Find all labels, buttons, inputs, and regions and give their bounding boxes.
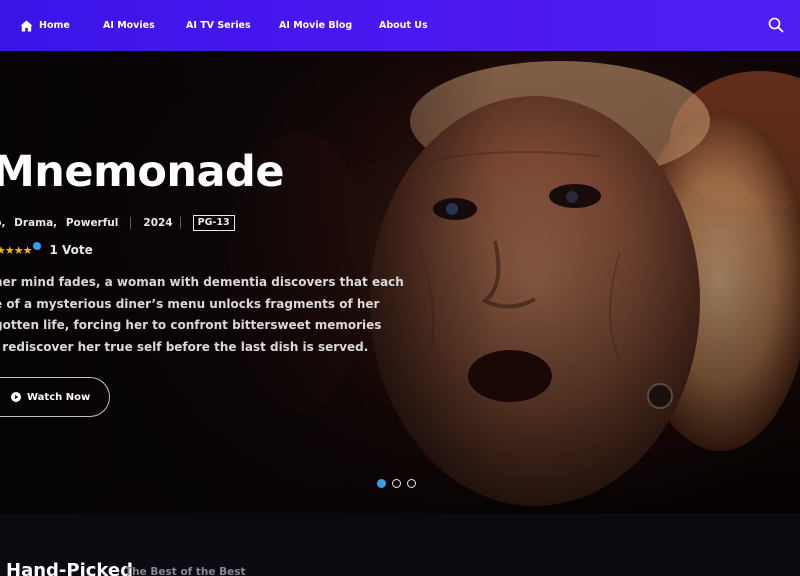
vote-count: 1 Vote bbox=[49, 243, 93, 257]
hand-picked-section: Hand-Picked The Best of the Best bbox=[0, 513, 800, 576]
genre-tag[interactable]: Drama, bbox=[14, 217, 57, 229]
nav-item-label: About Us bbox=[379, 20, 428, 31]
nav-item-label: Home bbox=[39, 20, 70, 31]
nav-item-label: AI Movie Blog bbox=[279, 20, 353, 31]
watch-now-button[interactable]: Watch Now bbox=[0, 377, 110, 417]
section-title: Hand-Picked bbox=[6, 560, 133, 576]
nav-item-ai-movie-blog[interactable]: AI Movie Blog bbox=[279, 0, 352, 51]
synopsis-line: l rediscover her true self before the la… bbox=[0, 339, 369, 354]
movie-meta: p, Drama, Powerful 2024 PG-13 bbox=[0, 214, 235, 232]
nav-item-home[interactable]: Home bbox=[20, 0, 70, 51]
age-rating-badge: PG-13 bbox=[192, 215, 235, 231]
movie-title: Mnemonade bbox=[0, 147, 285, 197]
release-year: 2024 bbox=[143, 217, 173, 229]
top-navigation-bar: Home AI Movies AI TV Series AI Movie Blo… bbox=[0, 0, 800, 51]
movie-synopsis: her mind fades, a woman with dementia di… bbox=[0, 272, 404, 358]
slider-pagination bbox=[377, 479, 416, 488]
hero-slider: Mnemonade p, Drama, Powerful 2024 PG-13 … bbox=[0, 51, 800, 513]
slide-dot-2[interactable] bbox=[392, 479, 401, 488]
search-icon[interactable] bbox=[768, 17, 784, 33]
home-icon bbox=[20, 20, 33, 31]
slide-dot-3[interactable] bbox=[407, 479, 416, 488]
genre-tag[interactable]: p, bbox=[0, 217, 6, 229]
slide-dot-1[interactable] bbox=[377, 479, 386, 488]
watch-now-label: Watch Now bbox=[27, 391, 91, 403]
genre-tag[interactable]: Powerful bbox=[66, 217, 119, 229]
nav-item-ai-tv-series[interactable]: AI TV Series bbox=[186, 0, 251, 51]
section-subtitle: The Best of the Best bbox=[125, 566, 246, 576]
play-icon bbox=[11, 392, 21, 402]
divider bbox=[130, 217, 132, 229]
genre-list: p, Drama, Powerful bbox=[0, 217, 123, 229]
synopsis-line: gotten life, forcing her to confront bit… bbox=[0, 318, 382, 332]
synopsis-line: her mind fades, a woman with dementia di… bbox=[0, 275, 404, 289]
nav-item-label: AI Movies bbox=[103, 20, 155, 31]
divider bbox=[179, 217, 181, 229]
nav-item-label: AI TV Series bbox=[186, 20, 251, 31]
user-rating: ★★★★ 1 Vote bbox=[0, 242, 93, 257]
nav-item-about-us[interactable]: About Us bbox=[379, 0, 428, 51]
synopsis-line: e of a mysterious diner’s menu unlocks f… bbox=[0, 296, 380, 311]
info-icon bbox=[33, 242, 42, 250]
star-rating[interactable]: ★★★★ bbox=[0, 244, 32, 257]
nav-item-ai-movies[interactable]: AI Movies bbox=[103, 0, 155, 51]
